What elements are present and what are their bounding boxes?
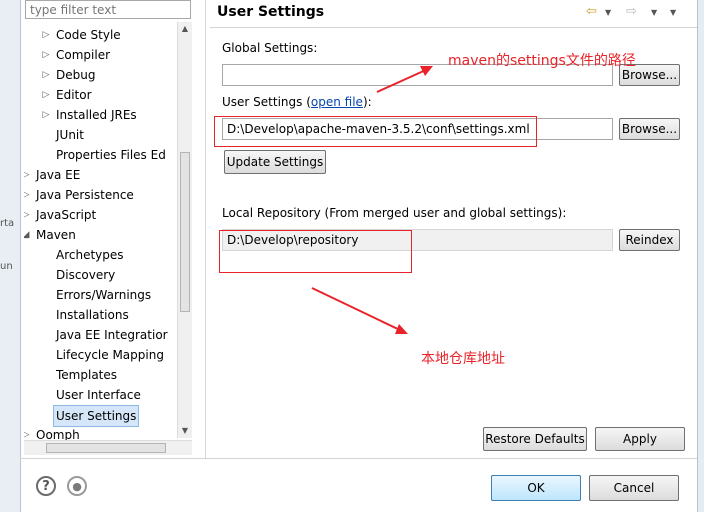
help-icon[interactable]: ? — [36, 476, 56, 496]
annotation-note-repository: 本地仓库地址 — [421, 351, 505, 367]
import-export-icon[interactable]: ● — [67, 476, 87, 496]
dialog-divider — [20, 458, 697, 459]
ok-button[interactable]: OK — [491, 475, 581, 501]
annotation-arrow-repository — [311, 287, 403, 332]
cancel-button[interactable]: Cancel — [589, 475, 679, 501]
apply-button[interactable]: Apply — [595, 427, 685, 451]
annotation-arrow-settings — [376, 68, 429, 93]
annotation-note-settings: maven的settings文件的路径 — [448, 53, 636, 69]
restore-defaults-button[interactable]: Restore Defaults — [483, 427, 587, 451]
